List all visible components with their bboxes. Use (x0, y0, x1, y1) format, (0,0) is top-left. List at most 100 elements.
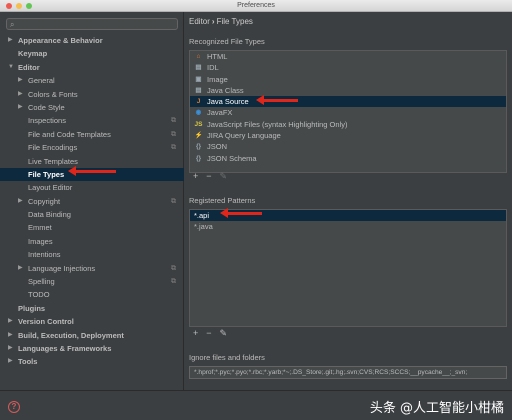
breadcrumb: Editor › File Types (189, 17, 253, 26)
file-type-item-idl[interactable]: ▤ IDL (190, 62, 506, 73)
tree-item-intentions[interactable]: Intentions (0, 248, 184, 261)
tree-item-label: Plugins (18, 303, 46, 313)
tree-item-live-templates[interactable]: Live Templates (0, 155, 184, 168)
chevron-right-icon[interactable]: ▶ (18, 88, 23, 101)
jira-icon: ⚡ (194, 132, 203, 140)
tree-item-label: Tools (18, 357, 38, 367)
file-type-item-javafx[interactable]: ◉ JavaFX (190, 107, 506, 118)
tree-item-label: Emmet (28, 223, 52, 233)
file-type-label: Image (207, 74, 228, 84)
tree-item-languages-frameworks[interactable]: ▶ Languages & Frameworks (0, 342, 184, 355)
breadcrumb-current: File Types (216, 17, 253, 26)
class-icon: ▤ (195, 86, 202, 94)
file-type-label: IDL (207, 63, 219, 73)
project-settings-icon: ⧉ (171, 264, 176, 272)
zoom-window-button[interactable] (26, 3, 32, 9)
tree-item-plugins[interactable]: Plugins (0, 302, 184, 315)
settings-sidebar: ⌕ ▶ Appearance & Behavior Keymap ▼ Editor ▶ Ge… (0, 12, 184, 390)
tree-item-label: File Encodings (28, 143, 78, 153)
annotation-arrow-java-source (256, 95, 298, 105)
window-title: Preferences (237, 2, 275, 9)
dialog-footer: ? 头条 @人工智能小柑橘 (0, 390, 512, 420)
tree-item-colors-fonts[interactable]: ▶ Colors & Fonts (0, 88, 184, 101)
project-settings-icon: ⧉ (171, 278, 176, 286)
registered-patterns-list[interactable]: *.api *.java (189, 209, 507, 327)
html-icon: ⌂ (196, 53, 201, 60)
chevron-down-icon[interactable]: ▼ (8, 61, 14, 74)
add-pattern-button[interactable]: + (193, 328, 198, 339)
tree-item-layout-editor[interactable]: Layout Editor (0, 181, 184, 194)
file-type-item-html[interactable]: ⌂ HTML (190, 51, 506, 62)
tree-item-appearance-behavior[interactable]: ▶ Appearance & Behavior (0, 34, 184, 47)
chevron-right-icon[interactable]: ▶ (8, 355, 13, 368)
tree-item-todo[interactable]: TODO (0, 288, 184, 301)
remove-pattern-button[interactable]: − (206, 328, 211, 339)
chevron-right-icon[interactable]: ▶ (8, 34, 13, 47)
tree-item-language-injections[interactable]: ▶ Language Injections ⧉ (0, 262, 184, 275)
tree-item-copyright[interactable]: ▶ Copyright ⧉ (0, 195, 184, 208)
tree-item-label: TODO (28, 290, 50, 300)
chevron-right-icon[interactable]: ▶ (18, 74, 23, 87)
tree-item-keymap[interactable]: Keymap (0, 47, 184, 60)
tree-item-version-control[interactable]: ▶ Version Control (0, 315, 184, 328)
recognized-file-types-list[interactable]: ⌂ HTML ▤ IDL ▣ Image ▤ Java Class J Java Source ◉ J… (189, 50, 507, 173)
chevron-right-icon[interactable]: ▶ (8, 315, 13, 328)
file-type-label: JavaScript Files (syntax Highlighting On… (207, 119, 348, 129)
ignore-files-label: Ignore files and folders (189, 353, 265, 362)
tree-item-general[interactable]: ▶ General (0, 74, 184, 87)
edit-file-type-icon[interactable]: ✎ (220, 171, 228, 182)
file-type-item-java-class[interactable]: ▤ Java Class (190, 85, 506, 96)
tree-item-inspections[interactable]: Inspections ⧉ (0, 114, 184, 127)
file-type-label: JIRA Query Language (207, 131, 281, 141)
file-type-item-java-source[interactable]: J Java Source (190, 96, 506, 108)
edit-pattern-icon[interactable]: ✎ (220, 328, 228, 339)
project-settings-icon: ⧉ (171, 117, 176, 125)
file-type-item-json-schema[interactable]: {} JSON Schema (190, 153, 506, 164)
file-type-label: JSON (207, 142, 228, 152)
tree-item-data-binding[interactable]: Data Binding (0, 208, 184, 221)
add-file-type-button[interactable]: + (193, 171, 198, 182)
chevron-right-icon[interactable]: ▶ (18, 195, 23, 208)
ignore-files-input[interactable]: *.hprof;*.pyc;*.pyo;*.rbc;*.yarb;*~;.DS_… (189, 366, 507, 379)
tree-item-emmet[interactable]: Emmet (0, 221, 184, 234)
file-type-item-jira-query-language[interactable]: ⚡ JIRA Query Language (190, 130, 506, 141)
json-icon: {} (195, 143, 202, 151)
remove-file-type-button[interactable]: − (206, 171, 211, 182)
tree-item-label: General (28, 76, 55, 86)
tree-item-label: Language Injections (28, 263, 96, 273)
recognized-file-types-label: Recognized File Types (189, 37, 265, 46)
file-type-label: Java Source (207, 97, 249, 107)
chevron-right-icon[interactable]: ▶ (8, 329, 13, 342)
help-button[interactable]: ? (8, 401, 20, 413)
tree-item-spelling[interactable]: Spelling ⧉ (0, 275, 184, 288)
window-controls (6, 3, 32, 9)
file-type-item-json[interactable]: {} JSON (190, 141, 506, 152)
tree-item-editor[interactable]: ▼ Editor (0, 61, 184, 74)
chevron-right-icon[interactable]: ▶ (18, 262, 23, 275)
chevron-right-icon[interactable]: ▶ (18, 101, 23, 114)
tree-item-label: Editor (18, 62, 40, 72)
tree-item-file-encodings[interactable]: File Encodings ⧉ (0, 141, 184, 154)
tree-item-build-execution-deployment[interactable]: ▶ Build, Execution, Deployment (0, 329, 184, 342)
settings-search-input[interactable]: ⌕ (6, 18, 178, 30)
tree-item-label: Build, Execution, Deployment (18, 330, 124, 340)
file-type-item-image[interactable]: ▣ Image (190, 74, 506, 85)
pattern-item[interactable]: *.java (190, 221, 506, 232)
file-type-item-javascript-files-syntax-highlighting-only[interactable]: JS JavaScript Files (syntax Highlighting … (190, 119, 506, 130)
tree-item-label: Layout Editor (28, 183, 73, 193)
tree-item-code-style[interactable]: ▶ Code Style (0, 101, 184, 114)
patterns-toolbar: + − ✎ (193, 328, 227, 339)
pattern-label: *.java (194, 222, 213, 232)
tree-item-label: Languages & Frameworks (18, 343, 112, 353)
close-window-button[interactable] (6, 3, 12, 9)
tree-item-images[interactable]: Images (0, 235, 184, 248)
tree-item-label: Colors & Fonts (28, 89, 78, 99)
tree-item-file-and-code-templates[interactable]: File and Code Templates ⧉ (0, 128, 184, 141)
minimize-window-button[interactable] (16, 3, 22, 9)
file-icon: ▤ (195, 64, 202, 72)
chevron-right-icon[interactable]: ▶ (8, 342, 13, 355)
tree-item-tools[interactable]: ▶ Tools (0, 355, 184, 368)
tree-item-label: Keymap (18, 49, 48, 59)
tree-item-label: Version Control (18, 317, 74, 327)
tree-item-label: Code Style (28, 102, 65, 112)
